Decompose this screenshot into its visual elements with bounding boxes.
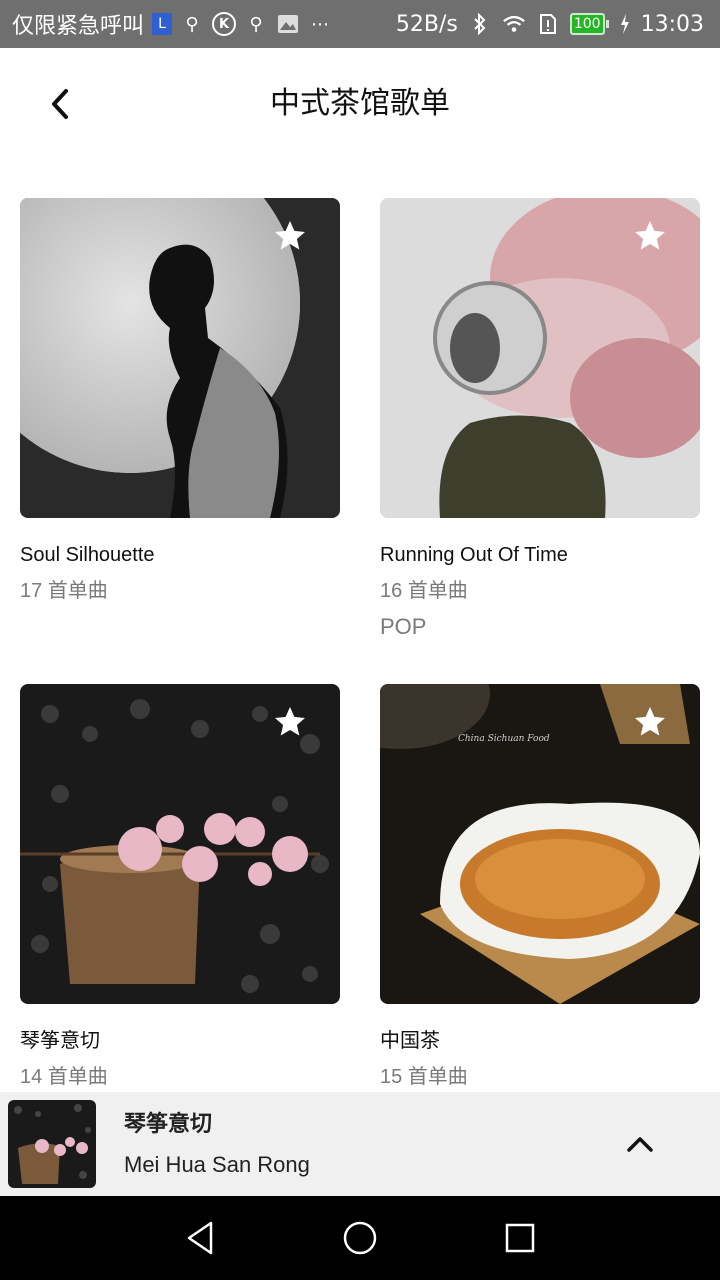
- status-right: 52B/s 100 13:03: [396, 0, 704, 48]
- playlist-card[interactable]: Soul Silhouette 17 首单曲: [20, 198, 340, 606]
- playlist-cover-image[interactable]: [20, 198, 340, 518]
- triangle-back-icon: [187, 1221, 213, 1255]
- l-badge-icon: L: [152, 13, 173, 35]
- clock: 13:03: [640, 11, 704, 37]
- status-left: 仅限紧急呼叫 L ⚲ K ⚲ ⋯: [12, 0, 332, 48]
- more-icon: ⋯: [311, 13, 330, 35]
- bluetooth-icon: [468, 12, 492, 36]
- playlist-title: 琴筝意切: [20, 1030, 100, 1052]
- nav-back-button[interactable]: [176, 1214, 224, 1262]
- cover-caption: China Sichuan Food: [458, 734, 550, 744]
- playlist-cover-image[interactable]: [20, 684, 340, 1004]
- chevron-up-icon: [627, 1137, 653, 1152]
- carrier-text: 仅限紧急呼叫: [12, 14, 145, 39]
- page-title: 中式茶馆歌单: [270, 86, 450, 121]
- nav-recents-button[interactable]: [496, 1214, 544, 1262]
- net-speed: 52B/s: [395, 11, 458, 37]
- playlist-card[interactable]: China Sichuan Food 中国茶 15 首单曲: [380, 684, 700, 1092]
- playlist-track-count: 16 首单曲: [380, 580, 468, 602]
- playlist-cover-image[interactable]: [380, 198, 700, 518]
- star-icon[interactable]: [272, 704, 308, 740]
- star-icon[interactable]: [272, 218, 308, 254]
- expand-player-button[interactable]: [620, 1124, 660, 1164]
- status-bar: 仅限紧急呼叫 L ⚲ K ⚲ ⋯ 52B/s 100 13:03: [0, 0, 720, 48]
- playlist-title: Running Out Of Time: [380, 544, 568, 566]
- playlist-genre-tag: POP: [380, 614, 427, 639]
- k-circle-icon: K: [212, 12, 237, 36]
- playlist-title: Soul Silhouette: [20, 544, 155, 566]
- playlist-track-count: 14 首单曲: [20, 1066, 108, 1088]
- nav-home-button[interactable]: [336, 1214, 384, 1262]
- star-icon[interactable]: [632, 218, 668, 254]
- playlist-track-count: 17 首单曲: [20, 580, 108, 602]
- playlist-card[interactable]: 琴筝意切 14 首单曲: [20, 684, 340, 1092]
- now-playing-thumbnail[interactable]: [8, 1100, 96, 1188]
- now-playing-title: 琴筝意切: [124, 1112, 213, 1137]
- system-navigation-bar: [0, 1196, 720, 1280]
- now-playing-subtitle: Mei Hua San Rong: [124, 1152, 310, 1177]
- charging-icon: [619, 12, 631, 36]
- battery-icon: 100: [569, 13, 609, 35]
- playlist-cover-image[interactable]: China Sichuan Food: [380, 684, 700, 1004]
- header: 中式茶馆歌单: [0, 48, 720, 160]
- square-recents-icon: [505, 1223, 535, 1253]
- circle-home-icon: [343, 1221, 377, 1255]
- mini-player[interactable]: 琴筝意切 Mei Hua San Rong: [0, 1092, 720, 1196]
- image-icon: [276, 12, 300, 36]
- battery-tip: [605, 20, 609, 28]
- usb-icon: ⚲: [185, 13, 199, 35]
- wifi-icon: [502, 12, 526, 36]
- playlist-card[interactable]: Running Out Of Time 16 首单曲 POP: [380, 198, 700, 642]
- sim-alert-icon: [536, 12, 560, 36]
- playlist-track-count: 15 首单曲: [380, 1066, 468, 1088]
- usb-icon: ⚲: [249, 13, 263, 35]
- star-icon[interactable]: [632, 704, 668, 740]
- battery-level: 100: [569, 13, 605, 35]
- playlist-title: 中国茶: [380, 1030, 440, 1052]
